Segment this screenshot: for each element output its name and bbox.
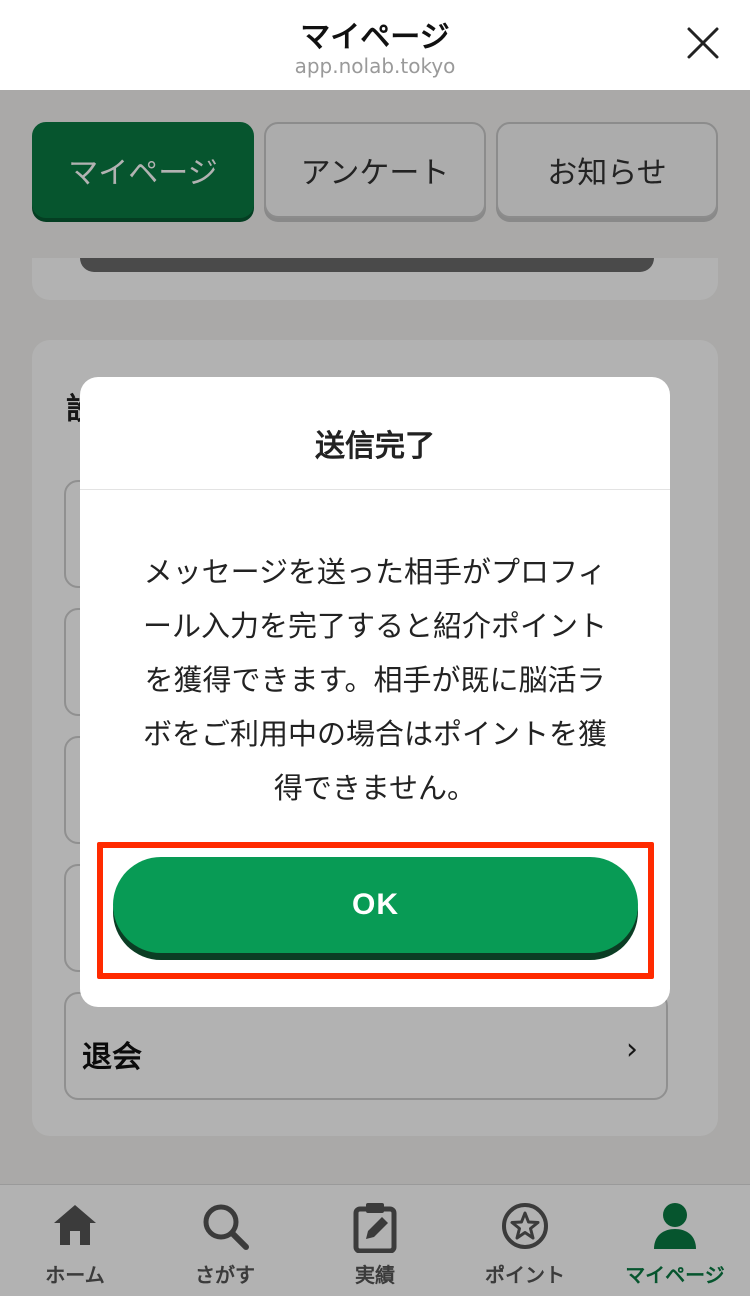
page-title: マイページ xyxy=(300,20,450,55)
message-line: ール入力を完了すると紹介ポイント xyxy=(142,609,607,643)
webview-header: マイページ app.nolab.tokyo xyxy=(0,0,750,90)
url-label: app.nolab.tokyo xyxy=(294,54,456,78)
ok-button[interactable]: OK xyxy=(113,857,638,953)
message-line: を獲得できます。相手が既に脳活ラ xyxy=(144,663,606,697)
message-line: ボをご利用中の場合はポイントを獲 xyxy=(142,717,607,751)
dialog-divider xyxy=(80,489,670,490)
dialog-title: 送信完了 xyxy=(315,429,435,464)
message-line: メッセージを送った相手がプロフィ xyxy=(143,555,607,589)
message-line: 得できません。 xyxy=(273,771,477,805)
dialog-message: メッセージを送った相手がプロフィ ール入力を完了すると紹介ポイント を獲得できま… xyxy=(118,545,632,815)
completion-dialog: 送信完了 メッセージを送った相手がプロフィ ール入力を完了すると紹介ポイント を… xyxy=(80,377,670,1007)
close-icon[interactable] xyxy=(686,26,720,60)
